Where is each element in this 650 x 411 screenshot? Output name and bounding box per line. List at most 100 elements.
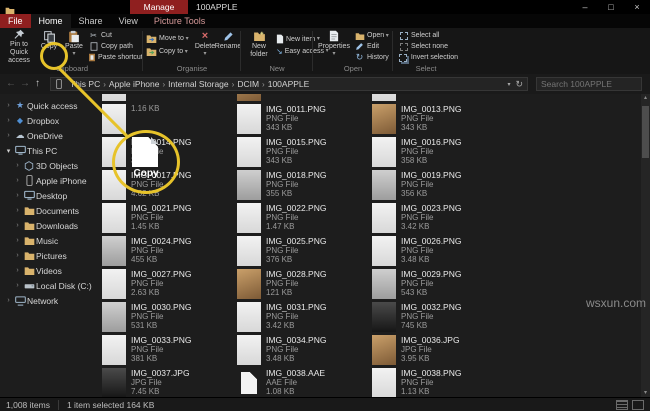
expand-chevron-icon[interactable]: › bbox=[4, 102, 13, 109]
sidebar-item-downloads[interactable]: › Downloads bbox=[0, 218, 100, 233]
copy-to-button[interactable]: Copy to ▾ bbox=[146, 45, 192, 58]
file-item[interactable]: IMG_0016.PNG PNG File 358 KB bbox=[372, 136, 507, 169]
sidebar-item-music[interactable]: › Music bbox=[0, 233, 100, 248]
sidebar-item-onedrive[interactable]: › ☁ OneDrive bbox=[0, 128, 100, 143]
close-button[interactable]: × bbox=[624, 0, 650, 14]
paste-shortcut-button[interactable]: Paste shortcut bbox=[88, 52, 143, 63]
vertical-scrollbar[interactable]: ▴ ▾ bbox=[641, 94, 650, 397]
breadcrumb-item[interactable]: This PC bbox=[67, 79, 103, 89]
expand-chevron-icon[interactable]: ▾ bbox=[4, 147, 13, 155]
expand-chevron-icon[interactable]: › bbox=[13, 237, 22, 244]
properties-button[interactable]: Properties ▾ bbox=[316, 29, 352, 65]
thumbnails-view-icon[interactable] bbox=[632, 399, 644, 410]
sidebar-item-videos[interactable]: › Videos bbox=[0, 263, 100, 278]
sidebar-item-quick-access[interactable]: › ★ Quick access bbox=[0, 98, 100, 113]
expand-chevron-icon[interactable]: › bbox=[13, 192, 22, 199]
easy-access-button[interactable]: ↘ Easy access ▾ bbox=[276, 45, 329, 57]
new-folder-button[interactable]: New folder bbox=[244, 29, 274, 65]
forward-icon[interactable]: → bbox=[20, 78, 30, 90]
invert-selection-button[interactable]: Invert selection bbox=[398, 52, 458, 63]
expand-chevron-icon[interactable]: › bbox=[13, 207, 22, 214]
file-item[interactable]: IMG_0026.PNG PNG File 3.48 KB bbox=[372, 235, 507, 268]
sidebar-item-apple-iphone[interactable]: › Apple iPhone bbox=[0, 173, 100, 188]
expand-chevron-icon[interactable]: › bbox=[13, 252, 22, 259]
minimize-button[interactable]: – bbox=[572, 0, 598, 14]
move-to-button[interactable]: Move to ▾ bbox=[146, 32, 192, 45]
file-item[interactable]: IMG_0021.PNG PNG File 1.45 KB bbox=[102, 202, 237, 235]
sidebar-item-dropbox[interactable]: › ◆ Dropbox bbox=[0, 113, 100, 128]
file-item[interactable]: IMG_0036.JPG JPG File 3.95 KB bbox=[372, 334, 507, 367]
scroll-down-icon[interactable]: ▾ bbox=[641, 389, 650, 397]
tab-share[interactable]: Share bbox=[71, 14, 111, 28]
sidebar-item-3d-objects[interactable]: › 3D Objects bbox=[0, 158, 100, 173]
file-item[interactable]: IMG_0037.JPG JPG File 7.45 KB bbox=[102, 367, 237, 397]
file-item[interactable]: IMG_0011.PNG PNG File 343 KB bbox=[237, 103, 372, 136]
back-icon[interactable]: ← bbox=[6, 78, 16, 90]
expand-chevron-icon[interactable]: › bbox=[13, 162, 22, 169]
file-item[interactable]: IMG_0013.PNG PNG File 343 KB bbox=[372, 103, 507, 136]
file-item[interactable]: IMG_0027.PNG PNG File 2.63 KB bbox=[102, 268, 237, 301]
maximize-button[interactable]: □ bbox=[598, 0, 624, 14]
sidebar-item-network[interactable]: › Network bbox=[0, 293, 100, 308]
up-icon[interactable]: ↑ bbox=[35, 78, 40, 90]
address-dropdown-chevron-icon[interactable]: ▾ bbox=[507, 81, 510, 88]
breadcrumb-item[interactable]: DCIM bbox=[234, 79, 262, 89]
expand-chevron-icon[interactable]: › bbox=[13, 222, 22, 229]
breadcrumb-item[interactable]: 100APPLE bbox=[265, 79, 313, 89]
file-item[interactable]: IMG_0014.PNG PNG File 343 KB bbox=[102, 136, 237, 169]
new-item-button[interactable]: New item ▾ bbox=[276, 33, 320, 45]
file-item[interactable]: 381 KB bbox=[102, 94, 237, 103]
file-item[interactable]: IMG_0029.PNG PNG File 543 KB bbox=[372, 268, 507, 301]
file-item[interactable]: IMG_0038.AAE AAE File 1.08 KB bbox=[237, 367, 372, 397]
expand-chevron-icon[interactable]: › bbox=[13, 267, 22, 274]
file-item[interactable]: IMG_0038.PNG PNG File 1.13 KB bbox=[372, 367, 507, 397]
file-item[interactable]: IMG_0030.PNG PNG File 531 KB bbox=[102, 301, 237, 334]
delete-button[interactable]: × Delete ▾ bbox=[194, 29, 216, 65]
cut-button[interactable]: ✂ Cut bbox=[88, 30, 142, 41]
breadcrumb[interactable]: This PC › Apple iPhone › Internal Storage › DC… bbox=[50, 77, 528, 91]
sidebar-item-pictures[interactable]: › Pictures bbox=[0, 248, 100, 263]
open-button[interactable]: Open ▾ bbox=[354, 30, 392, 41]
select-all-button[interactable]: Select all bbox=[398, 30, 458, 41]
file-item[interactable]: IMG_0034.PNG PNG File 3.48 KB bbox=[237, 334, 372, 367]
file-item[interactable]: IMG_0025.PNG PNG File 376 KB bbox=[237, 235, 372, 268]
file-item[interactable]: IMG_0018.PNG PNG File 355 KB bbox=[237, 169, 372, 202]
sidebar-item-documents[interactable]: › Documents bbox=[0, 203, 100, 218]
file-item[interactable]: 362 KB bbox=[237, 94, 372, 103]
file-item[interactable]: IMG_0031.PNG PNG File 3.42 KB bbox=[237, 301, 372, 334]
pin-to-quick-access-button[interactable]: Pin to Quick access bbox=[2, 29, 36, 65]
tab-picture-tools[interactable]: Picture Tools bbox=[146, 14, 213, 28]
details-view-icon[interactable] bbox=[616, 399, 628, 410]
breadcrumb-item[interactable]: Apple iPhone bbox=[106, 79, 163, 89]
tab-view[interactable]: View bbox=[111, 14, 146, 28]
sidebar-item-desktop[interactable]: › Desktop bbox=[0, 188, 100, 203]
tab-home[interactable]: Home bbox=[30, 14, 71, 28]
sidebar-item-local-disk-c[interactable]: › Local Disk (C:) bbox=[0, 278, 100, 293]
file-menu-button[interactable]: File bbox=[0, 14, 31, 28]
file-item[interactable]: IMG_0028.PNG PNG File 121 KB bbox=[237, 268, 372, 301]
select-none-button[interactable]: Select none bbox=[398, 41, 458, 52]
paste-button[interactable]: Paste ▾ bbox=[62, 29, 86, 65]
file-item[interactable]: IMG_0019.PNG PNG File 356 KB bbox=[372, 169, 507, 202]
expand-chevron-icon[interactable]: › bbox=[13, 282, 22, 289]
edit-button[interactable]: Edit bbox=[354, 41, 392, 52]
breadcrumb-item[interactable]: Internal Storage bbox=[165, 79, 231, 89]
expand-chevron-icon[interactable]: › bbox=[13, 177, 22, 184]
sidebar-item-this-pc[interactable]: ▾ This PC bbox=[0, 143, 100, 158]
scroll-up-icon[interactable]: ▴ bbox=[641, 94, 650, 102]
scrollbar-thumb[interactable] bbox=[642, 106, 649, 158]
file-item[interactable]: IMG_0023.PNG PNG File 3.42 KB bbox=[372, 202, 507, 235]
file-item[interactable]: IMG_0017.PNG PNG File 4.62 KB bbox=[102, 169, 237, 202]
file-item[interactable]: IMG_0033.PNG PNG File 381 KB bbox=[102, 334, 237, 367]
expand-chevron-icon[interactable]: › bbox=[4, 132, 13, 139]
file-item[interactable]: 562 KB bbox=[372, 94, 507, 103]
file-item[interactable]: IMG_0022.PNG PNG File 1.47 KB bbox=[237, 202, 372, 235]
search-input[interactable] bbox=[537, 78, 650, 90]
copy-path-button[interactable]: Copy path bbox=[88, 41, 142, 52]
history-button[interactable]: ↻ History bbox=[354, 52, 392, 63]
refresh-icon[interactable]: ↻ bbox=[515, 79, 523, 90]
copy-button[interactable]: Copy bbox=[38, 29, 60, 65]
file-item[interactable]: 1.16 KB bbox=[102, 103, 237, 136]
file-item[interactable]: IMG_0032.PNG PNG File 745 KB bbox=[372, 301, 507, 334]
rename-button[interactable]: Rename bbox=[215, 29, 241, 65]
